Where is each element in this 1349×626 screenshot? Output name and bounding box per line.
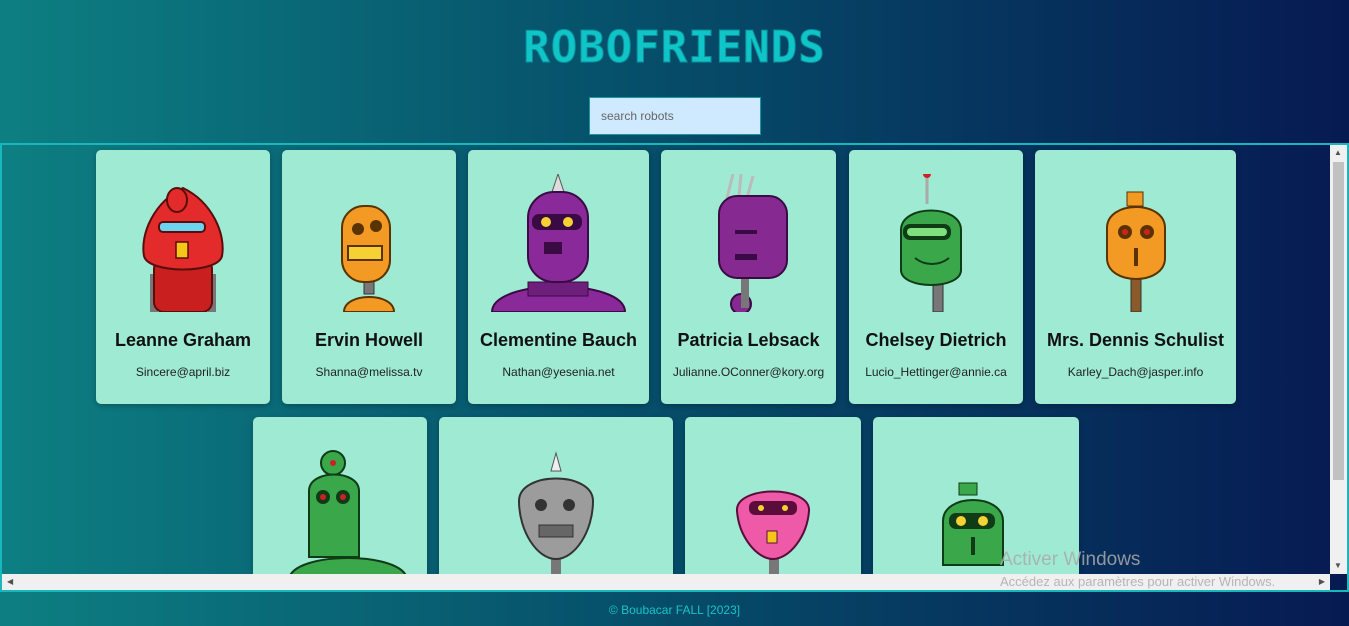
robot-avatar bbox=[900, 174, 962, 312]
robot-avatar bbox=[287, 450, 409, 579]
watermark-subtitle: Accédez aux paramètres pour activer Wind… bbox=[1000, 574, 1276, 589]
robot-card[interactable]: Ervin Howell Shanna@melissa.tv bbox=[282, 150, 456, 404]
robot-card[interactable]: Clementine Bauch Nathan@yesenia.net bbox=[468, 150, 649, 404]
robot-email: Karley_Dach@jasper.info bbox=[1067, 365, 1204, 379]
robot-email: Nathan@yesenia.net bbox=[502, 365, 615, 379]
robot-card-list[interactable]: Leanne Graham Sincere@april.biz Ervin Ho… bbox=[0, 143, 1349, 592]
robot-card[interactable]: Chelsey Dietrich Lucio_Hettinger@annie.c… bbox=[849, 150, 1023, 404]
robot-card[interactable]: Leanne Graham Sincere@april.biz bbox=[96, 150, 270, 404]
scroll-down-arrow-icon[interactable]: ▼ bbox=[1334, 562, 1342, 570]
robot-name: Chelsey Dietrich bbox=[865, 330, 1007, 350]
robot-name: Mrs. Dennis Schulist bbox=[1046, 330, 1225, 350]
scroll-up-arrow-icon[interactable]: ▲ bbox=[1334, 149, 1342, 157]
app-title: ROBOFRIENDS bbox=[523, 22, 826, 74]
robot-card[interactable] bbox=[253, 417, 427, 590]
watermark-title: Activer Windows bbox=[1000, 549, 1141, 570]
robot-avatar bbox=[142, 186, 224, 312]
robot-avatar bbox=[517, 451, 595, 579]
robot-card[interactable]: Patricia Lebsack Julianne.OConner@kory.o… bbox=[661, 150, 836, 404]
robot-avatar bbox=[490, 174, 627, 312]
robot-name: Patricia Lebsack bbox=[677, 330, 820, 350]
robot-avatar bbox=[718, 174, 788, 312]
robot-email: Julianne.OConner@kory.org bbox=[672, 365, 825, 379]
scroll-right-arrow-icon[interactable]: ▶ bbox=[1319, 578, 1325, 586]
vertical-scrollbar[interactable]: ▲ ▼ bbox=[1330, 145, 1347, 574]
vertical-scroll-thumb[interactable] bbox=[1333, 162, 1344, 480]
robot-name: Clementine Bauch bbox=[479, 330, 638, 350]
robot-avatar bbox=[735, 490, 811, 579]
robot-card[interactable]: Mrs. Dennis Schulist Karley_Dach@jasper.… bbox=[1035, 150, 1236, 404]
scroll-left-arrow-icon[interactable]: ◀ bbox=[7, 578, 13, 586]
robot-card[interactable] bbox=[685, 417, 861, 590]
robot-card[interactable] bbox=[439, 417, 673, 590]
robot-name: Ervin Howell bbox=[314, 330, 424, 350]
robot-email: Lucio_Hettinger@annie.ca bbox=[865, 365, 1007, 379]
robot-email: Sincere@april.biz bbox=[135, 365, 231, 379]
footer-copyright: © Boubacar FALL [2023] bbox=[608, 603, 741, 617]
robot-email: Shanna@melissa.tv bbox=[315, 365, 423, 379]
search-input[interactable] bbox=[589, 97, 761, 135]
robot-avatar bbox=[1106, 191, 1166, 312]
robot-name: Leanne Graham bbox=[114, 330, 252, 350]
robot-avatar bbox=[341, 205, 396, 312]
windows-activation-watermark: Activer Windows Accédez aux paramètres p… bbox=[1000, 549, 1275, 589]
